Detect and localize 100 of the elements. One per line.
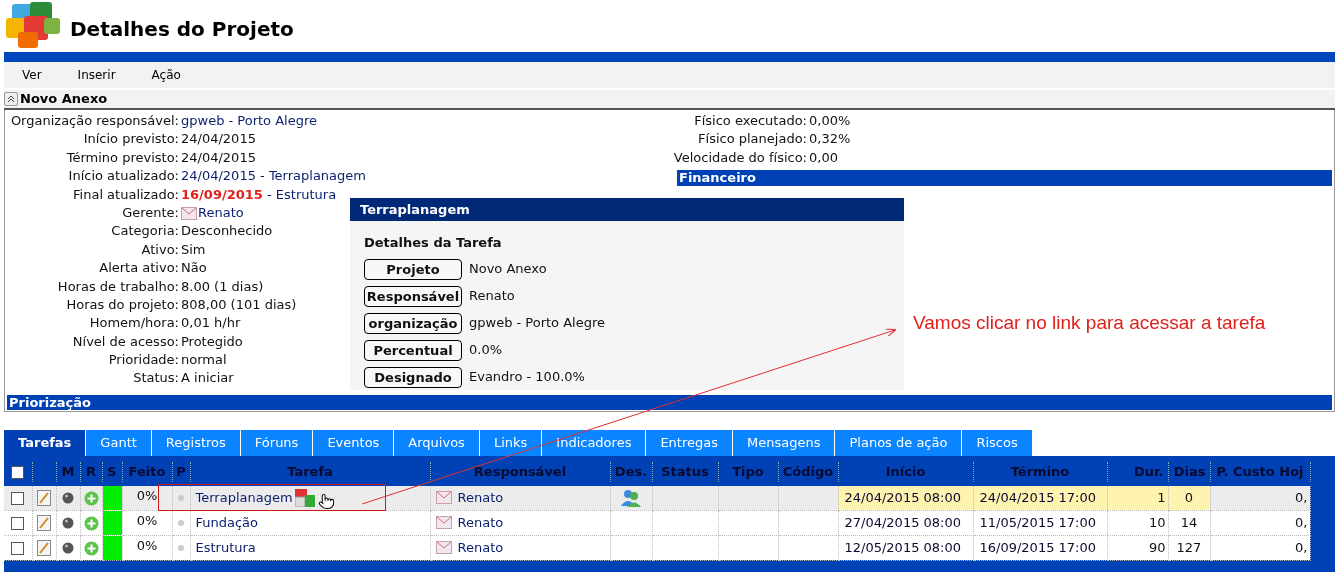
field-value: Renato	[469, 287, 515, 306]
page-title: Detalhes do Projeto	[70, 16, 294, 43]
table-cell: 0,	[1295, 514, 1308, 530]
tab[interactable]: Planos de ação	[835, 430, 963, 456]
tab[interactable]: Gantt	[86, 430, 152, 456]
field-value: Evandro - 100.0%	[469, 368, 585, 387]
field-value: 0,01 h/hr	[181, 315, 241, 331]
field-label: Gerente:	[121, 203, 180, 222]
column-header: Término	[1010, 464, 1070, 479]
field-label: Final atualizado:	[72, 185, 180, 204]
users-icon	[621, 489, 641, 508]
task-link[interactable]: Estrutura	[195, 537, 256, 558]
field-label: Projeto	[364, 258, 462, 280]
table-cell: 127	[1176, 539, 1202, 555]
column-header: Código	[782, 464, 834, 479]
spreadsheet-icon	[294, 488, 315, 507]
section-bar: Priorização	[7, 395, 1332, 410]
envelope-icon	[181, 206, 197, 220]
sphere-icon	[62, 542, 74, 555]
menu-item[interactable]: Inserir	[77, 66, 116, 84]
tab[interactable]: Links	[479, 430, 543, 456]
user-link[interactable]: Renato	[457, 537, 504, 558]
table-cell: 0%	[136, 512, 158, 528]
menu-item[interactable]: Ação	[151, 66, 181, 84]
field-label: Início previsto:	[82, 130, 180, 149]
user-link[interactable]: Renato	[457, 487, 504, 508]
table-cell: 0%	[136, 537, 158, 553]
pencil-icon[interactable]	[37, 515, 51, 532]
tab[interactable]: Registros	[151, 430, 241, 456]
field-value: Não	[181, 260, 207, 276]
field-link[interactable]: gpweb - Porto Alegre	[181, 113, 317, 128]
field-value: Sim	[181, 241, 206, 257]
column-header: S	[107, 464, 117, 479]
annotation-text: Vamos clicar no link para acessar a tarefa	[913, 311, 1266, 335]
field-link[interactable]: 24/04/2015 - Terraplanagem	[181, 168, 366, 184]
envelope-icon	[435, 516, 452, 529]
user-link[interactable]: Renato	[457, 512, 504, 533]
row-checkbox[interactable]	[11, 541, 25, 555]
add-icon[interactable]	[83, 515, 99, 531]
sphere-icon	[62, 492, 74, 505]
field-label: Categoria:	[110, 222, 180, 241]
dot-icon	[178, 520, 184, 527]
task-link[interactable]: Fundação	[195, 512, 259, 533]
dot-icon	[178, 545, 184, 552]
pencil-icon[interactable]	[37, 490, 51, 507]
field-value: 0.0%	[469, 341, 503, 360]
tab[interactable]: Mensagens	[733, 430, 836, 456]
dot-icon	[178, 495, 184, 502]
collapse-icon[interactable]	[4, 92, 18, 106]
field-label: Responsável	[364, 285, 462, 307]
tab[interactable]: Entregas	[646, 430, 733, 456]
tab[interactable]: Arquivos	[394, 430, 480, 456]
table-cell: 16/09/2015 17:00	[979, 539, 1097, 555]
table-cell: 11/05/2015 17:00	[979, 514, 1097, 530]
table-cell: 27/04/2015 08:00	[844, 514, 962, 530]
add-icon[interactable]	[83, 490, 99, 506]
sphere-icon	[62, 517, 74, 530]
table-cell: 12/05/2015 08:00	[844, 539, 962, 555]
row-checkbox[interactable]	[11, 491, 25, 505]
field-value: 0,32%	[809, 131, 851, 147]
field-label: Organização responsável:	[9, 112, 180, 130]
table-cell: 0,	[1295, 489, 1308, 505]
task-link[interactable]: Terraplanagem	[195, 487, 293, 508]
field-value: Protegido	[181, 333, 243, 349]
column-header: Tarefa	[287, 464, 333, 479]
section-bar: Financeiro	[677, 170, 1332, 187]
section-title: Novo Anexo	[20, 90, 108, 109]
column-header: Dias	[1173, 464, 1206, 479]
field-label: Físico planejado:	[697, 130, 808, 149]
column-header: P	[176, 464, 186, 479]
table-cell: 14	[1180, 514, 1198, 530]
table-cell: 0	[1184, 489, 1194, 505]
tab[interactable]: Tarefas	[4, 430, 87, 456]
tab[interactable]: Riscos	[962, 430, 1033, 456]
field-label: Horas de trabalho:	[56, 277, 180, 296]
pencil-icon[interactable]	[37, 540, 51, 557]
user-link[interactable]: Renato	[198, 203, 244, 223]
table-cell: 24/04/2015 08:00	[844, 489, 962, 505]
select-all-checkbox[interactable]	[11, 466, 25, 479]
column-header: Feito	[128, 464, 166, 479]
field-value: Novo Anexo	[469, 260, 547, 279]
field-value: - Estrutura	[266, 185, 337, 204]
menu-item[interactable]: Ver	[22, 66, 42, 84]
field-value: Desconhecido	[181, 223, 273, 239]
column-header: Des.	[614, 464, 648, 479]
column-header: Dur.	[1133, 464, 1164, 479]
field-label: Velocidade do físico:	[672, 148, 808, 167]
field-label: Início atualizado:	[67, 167, 180, 186]
tab[interactable]: Indicadores	[542, 430, 647, 456]
field-value: 24/04/2015	[181, 149, 256, 165]
tab[interactable]: Eventos	[313, 430, 395, 456]
tab[interactable]: Fóruns	[240, 430, 314, 456]
add-icon[interactable]	[83, 540, 99, 556]
table-cell: 1	[1157, 489, 1166, 505]
field-value: 0,00%	[809, 113, 851, 128]
hand-cursor-icon	[318, 493, 335, 510]
row-checkbox[interactable]	[11, 516, 25, 530]
column-header: P. Custo Hoj	[1216, 464, 1304, 479]
column-header: Tipo	[732, 464, 764, 479]
table-cell: 24/04/2015 17:00	[979, 489, 1097, 505]
